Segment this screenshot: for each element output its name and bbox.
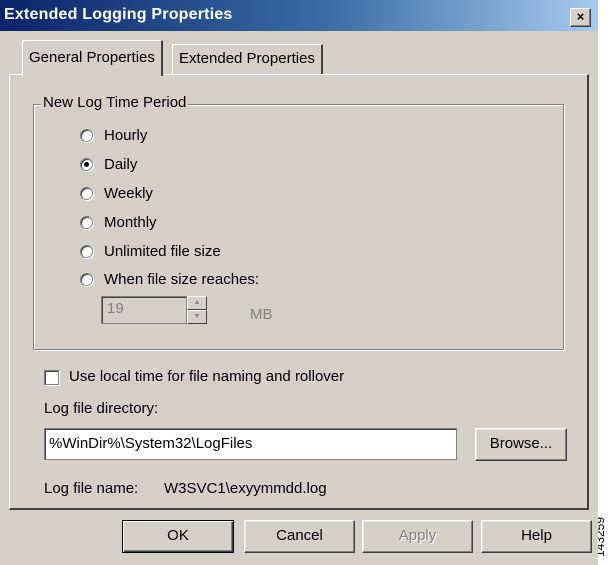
ok-button[interactable]: OK: [122, 520, 234, 553]
radio-button[interactable]: [80, 244, 93, 258]
radio-when-file-size-reaches[interactable]: When file size reaches:: [80, 268, 259, 290]
log-file-name-value: W3SVC1\exyymmdd.log: [164, 480, 327, 497]
radio-unlimited-file-size[interactable]: Unlimited file size: [80, 240, 221, 262]
tab-general-properties[interactable]: General Properties: [22, 40, 163, 76]
spin-up-button[interactable]: ▲: [187, 296, 207, 310]
apply-button[interactable]: Apply: [362, 520, 473, 553]
log-directory-input[interactable]: %WinDir%\System32\LogFiles: [44, 428, 457, 460]
file-size-spinner[interactable]: ▲ ▼: [187, 296, 207, 324]
title-bar: Extended Logging Properties ×: [0, 0, 598, 31]
log-period-legend: New Log Time Period: [41, 94, 189, 111]
file-size-input[interactable]: 19: [101, 296, 187, 324]
use-local-time-label[interactable]: Use local time for file naming and rollo…: [69, 368, 344, 385]
log-file-name-label: Log file name:: [44, 480, 139, 497]
window-title: Extended Logging Properties: [4, 6, 233, 23]
radio-button[interactable]: [80, 272, 93, 286]
log-directory-label: Log file directory:: [44, 400, 159, 417]
cancel-button[interactable]: Cancel: [244, 520, 355, 553]
radio-label: Daily: [104, 155, 138, 173]
close-button[interactable]: ×: [570, 8, 591, 27]
help-button[interactable]: Help: [481, 520, 592, 553]
radio-label: Weekly: [104, 184, 153, 202]
radio-monthly[interactable]: Monthly: [80, 211, 157, 233]
radio-daily[interactable]: Daily: [80, 153, 137, 175]
radio-label: When file size reaches:: [104, 270, 260, 288]
radio-button[interactable]: [80, 128, 93, 142]
tab-extended-properties[interactable]: Extended Properties: [172, 44, 323, 74]
file-size-unit: MB: [250, 306, 273, 323]
radio-button[interactable]: [80, 215, 93, 229]
chevron-down-icon: ▼: [193, 313, 201, 320]
chevron-up-icon: ▲: [193, 299, 201, 306]
radio-label: Unlimited file size: [104, 242, 221, 260]
figure-number-text: 143259: [598, 516, 608, 558]
browse-button[interactable]: Browse...: [475, 428, 567, 461]
radio-label: Hourly: [104, 126, 148, 144]
radio-button[interactable]: [80, 157, 93, 171]
radio-label: Monthly: [104, 213, 157, 231]
extended-logging-dialog: Extended Logging Properties × General Pr…: [0, 0, 598, 565]
radio-weekly[interactable]: Weekly: [80, 182, 153, 204]
radio-hourly[interactable]: Hourly: [80, 124, 147, 146]
close-icon: ×: [576, 9, 585, 24]
spin-down-button[interactable]: ▼: [187, 310, 207, 324]
figure-number: 143259: [598, 512, 616, 565]
use-local-time-checkbox[interactable]: [44, 370, 59, 385]
radio-button[interactable]: [80, 186, 93, 200]
